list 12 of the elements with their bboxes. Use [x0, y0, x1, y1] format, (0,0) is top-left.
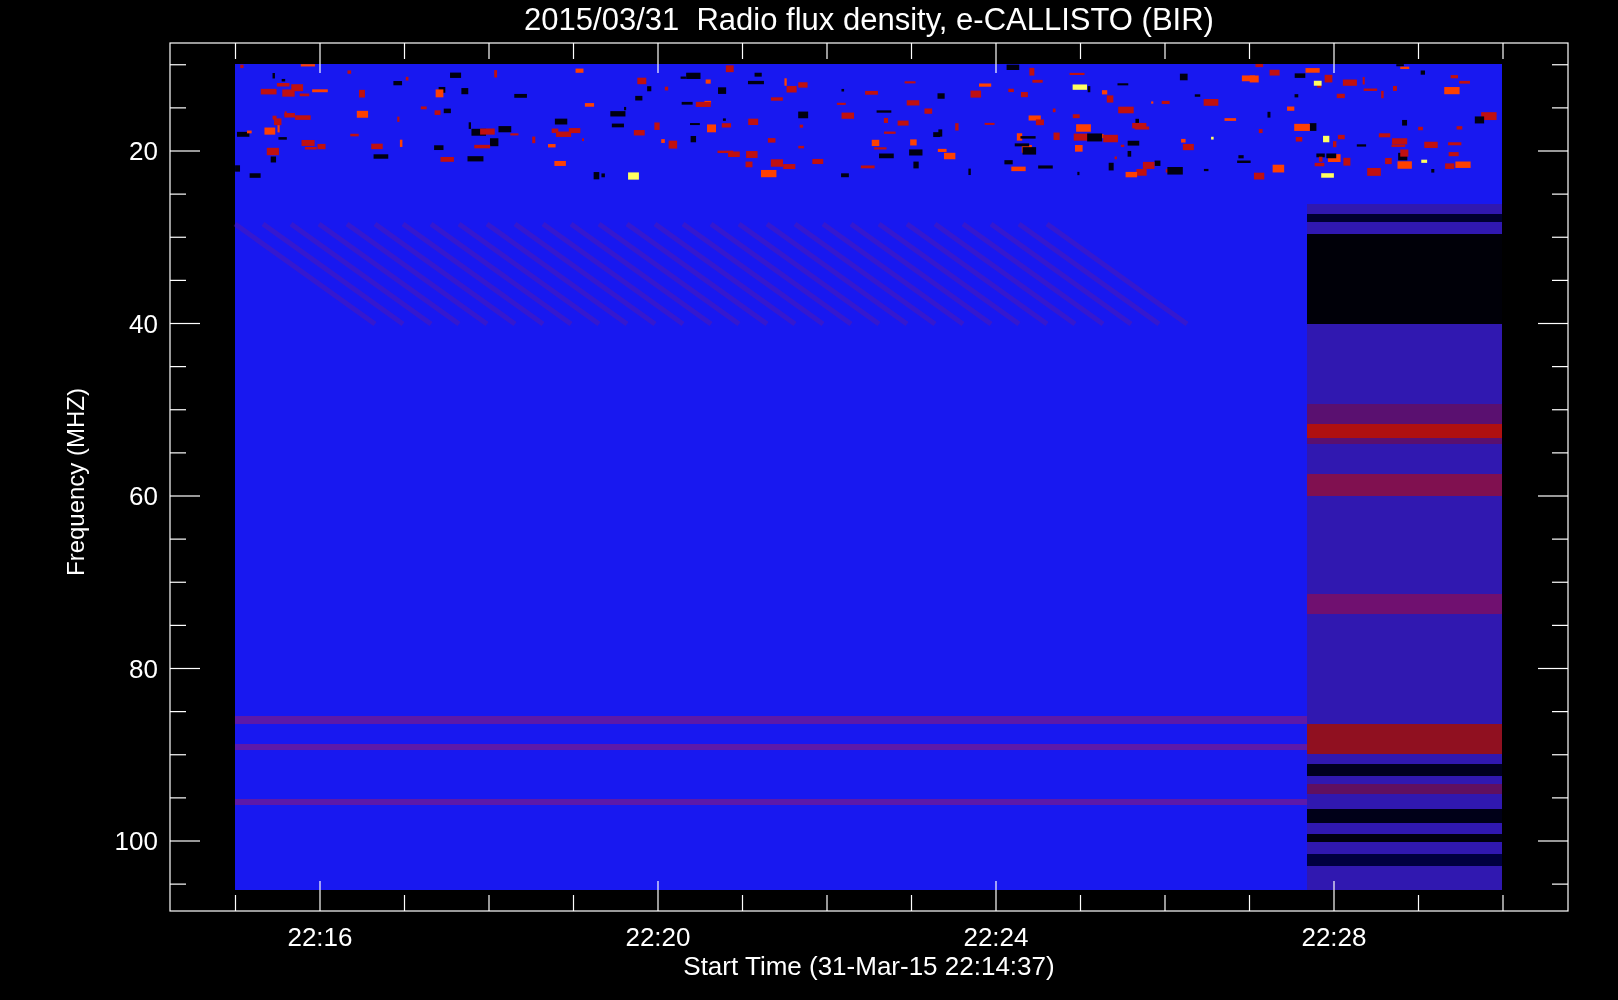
axis-title: Frequency (MHZ) [62, 388, 89, 576]
chart-title: 2015/03/31 Radio flux density, e-CALLISTO (BIR) [524, 2, 1214, 37]
tick-label: 22:24 [963, 922, 1029, 952]
tick-label: 22:16 [287, 922, 353, 952]
axis-title: Start Time (31-Mar-15 22:14:37) [683, 951, 1055, 981]
tick-label: 100 [114, 826, 158, 856]
tick-label: 40 [129, 308, 158, 339]
tick-label: 22:28 [1301, 922, 1367, 952]
tick-label: 60 [129, 481, 158, 511]
tick-label: 20 [129, 136, 158, 166]
tick-label: 80 [129, 653, 158, 684]
tick-label: 22:20 [625, 922, 691, 952]
